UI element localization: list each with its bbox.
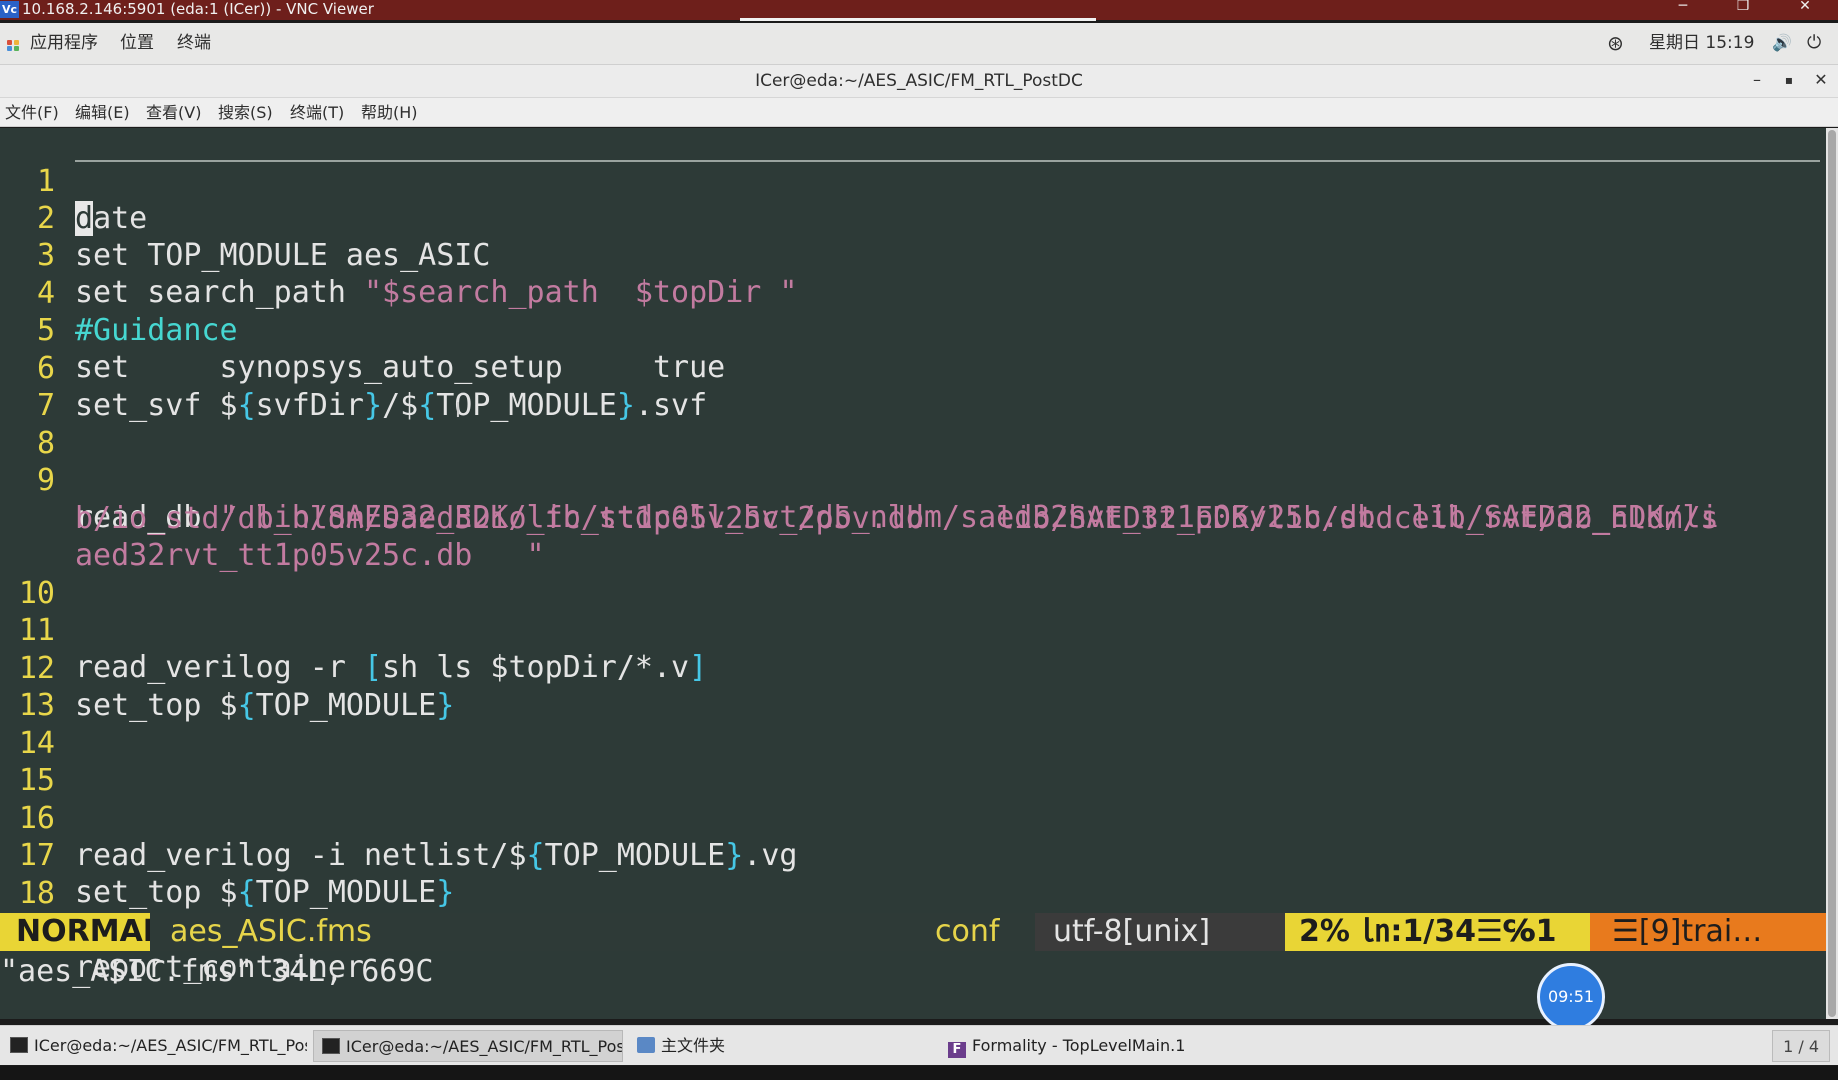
vim-trailing-warning: ☰[9]trai…: [1590, 913, 1826, 951]
applications-icon: [7, 40, 20, 51]
panel-datetime[interactable]: 星期日 15:19: [1649, 32, 1754, 54]
vnc-toolbar-handle[interactable]: [740, 18, 1096, 21]
menu-help[interactable]: 帮助(H): [361, 102, 418, 124]
folder-icon: [637, 1037, 655, 1053]
code-line: 12 set_top ${TOP_MODULE}: [0, 613, 1826, 723]
terminal-icon: [322, 1038, 340, 1054]
code-line-wrapped: b/io_std/db_nldm/saed32io_fc_tt1p05v25c_…: [0, 463, 1826, 536]
window-list-taskbar: ICer@eda:~/AES_ASIC/FM_RTL_Pos… ICer@eda…: [0, 1025, 1838, 1065]
window-maximize-button[interactable]: ▪: [1777, 69, 1801, 93]
vim-encoding: utf-8[unix]: [1035, 913, 1285, 951]
taskbar-item-terminal-1[interactable]: ICer@eda:~/AES_ASIC/FM_RTL_Pos…: [2, 1030, 307, 1062]
vnc-restore-icon[interactable]: ❐: [1718, 0, 1768, 20]
code-line: 11 read_verilog -r [sh ls $topDir/*.v]: [0, 575, 1826, 685]
terminal-menubar: 文件(F) 编辑(E) 查看(V) 搜索(S) 终端(T) 帮助(H): [0, 98, 1838, 127]
accessibility-icon[interactable]: ⊛: [1607, 32, 1624, 54]
menu-terminal[interactable]: 终端(T): [290, 102, 344, 124]
vim-mode-indicator: NORMAL: [0, 913, 162, 951]
code-line: 18: [0, 838, 1826, 911]
menu-view[interactable]: 查看(V): [146, 102, 201, 124]
mouse-ibeam-icon: I: [455, 398, 461, 422]
scrollbar-thumb[interactable]: [1828, 130, 1836, 1017]
code-line: 14: [0, 688, 1826, 761]
gnome-top-panel: 应用程序 位置 终端 ⊛ 星期日 15:19 🔊 ⏻: [0, 23, 1838, 65]
code-line: 10: [0, 538, 1826, 611]
places-menu[interactable]: 位置: [120, 32, 154, 54]
code-line-wrapped: aed32rvt_tt1p05v25c.db ": [0, 500, 1826, 573]
vnc-minimize-icon[interactable]: ─: [1658, 0, 1708, 20]
vnc-close-icon[interactable]: ✕: [1780, 0, 1830, 20]
terminal-icon: [10, 1037, 28, 1053]
taskbar-item-label: 主文件夹: [661, 1036, 726, 1055]
vim-filetype: conf: [935, 913, 1035, 951]
terminal-content[interactable]: 1 date 2 set TOP_MODULE aes_ASIC 3 set s…: [0, 128, 1826, 1019]
code-line: 5 set synopsys_auto_setup true: [0, 275, 1826, 385]
code-line: 9 read_db " lib/SAED32_EDK/lib/stdcell_h…: [0, 425, 1826, 535]
power-icon[interactable]: ⏻: [1807, 32, 1821, 54]
workspace-pager[interactable]: 1 / 4: [1772, 1030, 1830, 1062]
formality-icon: F: [948, 1042, 966, 1058]
code-line: 19 report_container: [0, 875, 1826, 985]
vim-statusline: NORMAL aes_ASIC.fms conf utf-8[unix] 2% …: [0, 913, 1826, 951]
floating-clock-widget[interactable]: 09:51: [1537, 963, 1605, 1031]
terminal-app-menu[interactable]: 终端: [177, 32, 211, 54]
menu-search[interactable]: 搜索(S): [218, 102, 273, 124]
taskbar-item-terminal-2[interactable]: ICer@eda:~/AES_ASIC/FM_RTL_Pos…: [313, 1030, 623, 1062]
vim-filename: aes_ASIC.fms: [150, 913, 1035, 951]
terminal-scrollbar[interactable]: [1826, 128, 1838, 1019]
vnc-title-bar: Vc 10.168.2.146:5901 (eda:1 (ICer)) - VN…: [0, 0, 1838, 21]
taskbar-item-label: ICer@eda:~/AES_ASIC/FM_RTL_Pos…: [346, 1037, 623, 1056]
menu-file[interactable]: 文件(F): [5, 102, 59, 124]
window-minimize-button[interactable]: –: [1745, 69, 1769, 93]
terminal-window-title: ICer@eda:~/AES_ASIC/FM_RTL_PostDC: [755, 71, 1083, 91]
code-line: 8: [0, 388, 1826, 461]
volume-icon[interactable]: 🔊: [1772, 32, 1792, 54]
code-line: 15: [0, 725, 1826, 798]
taskbar-item-home-folder[interactable]: 主文件夹: [629, 1030, 934, 1062]
code-line: 7: [0, 350, 1826, 423]
code-line: 13: [0, 650, 1826, 723]
terminal-titlebar[interactable]: ICer@eda:~/AES_ASIC/FM_RTL_PostDC – ▪ ✕: [0, 65, 1838, 98]
code-line: 17 set_top ${TOP_MODULE}: [0, 800, 1826, 910]
code-line: 3 set search_path "$search_path $topDir …: [0, 200, 1826, 310]
applications-menu[interactable]: 应用程序: [30, 32, 98, 54]
code-line: 1 date: [0, 128, 1826, 236]
code-line: 2 set TOP_MODULE aes_ASIC: [0, 163, 1826, 273]
taskbar-item-formality[interactable]: F Formality - TopLevelMain.1: [940, 1030, 1252, 1062]
code-line: 16 read_verilog -i netlist/${TOP_MODULE}…: [0, 763, 1826, 873]
vnc-logo-icon: Vc: [0, 1, 19, 18]
vnc-bottom-edge: [0, 1066, 1838, 1080]
code-line: 4 #Guidance: [0, 238, 1826, 348]
taskbar-item-label: Formality - TopLevelMain.1: [972, 1036, 1186, 1055]
vnc-window-title: 10.168.2.146:5901 (eda:1 (ICer)) - VNC V…: [22, 0, 374, 18]
menu-edit[interactable]: 编辑(E): [75, 102, 130, 124]
window-close-button[interactable]: ✕: [1809, 69, 1833, 93]
taskbar-item-label: ICer@eda:~/AES_ASIC/FM_RTL_Pos…: [34, 1036, 307, 1055]
vim-cursor-position: 2% ㏑:1/34☰℅1: [1285, 913, 1590, 951]
code-line: 6 set_svf ${svfDir}/${TOP_MODULE}.svf: [0, 313, 1826, 423]
